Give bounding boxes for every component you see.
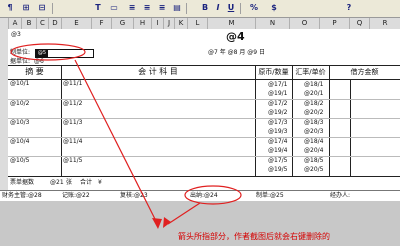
arrow-head	[152, 218, 162, 229]
arrow-line	[74, 59, 159, 226]
arrow-line	[167, 202, 201, 225]
highlight-ellipse	[184, 185, 242, 205]
annotation-note: 箭头所指部分，作者截图后就会右键删除的	[178, 232, 330, 241]
arrow-head	[163, 217, 171, 228]
annotation-overlay	[10, 43, 242, 229]
highlight-ellipse	[10, 43, 86, 61]
